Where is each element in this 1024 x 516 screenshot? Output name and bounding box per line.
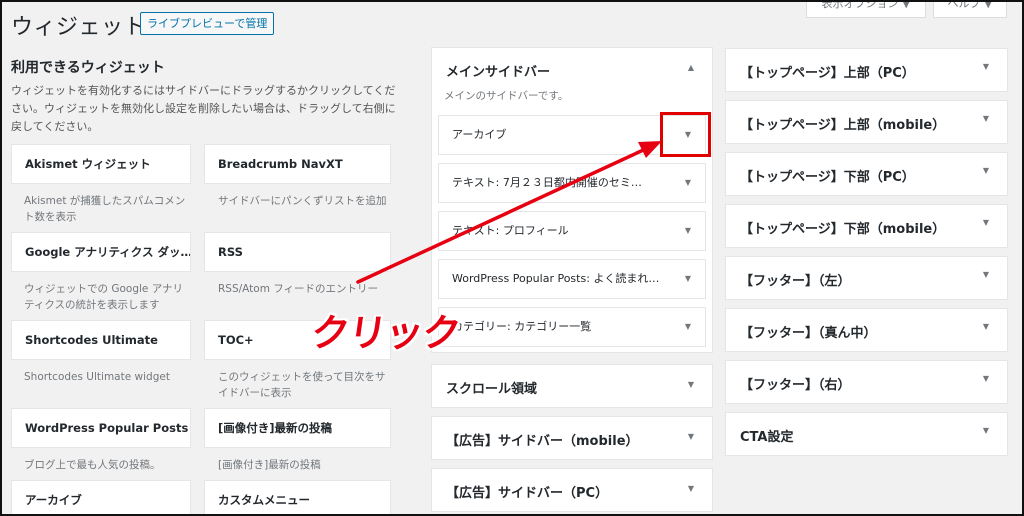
- annotation-click-label: クリック: [308, 311, 463, 355]
- annotation-arrow: [356, 141, 662, 284]
